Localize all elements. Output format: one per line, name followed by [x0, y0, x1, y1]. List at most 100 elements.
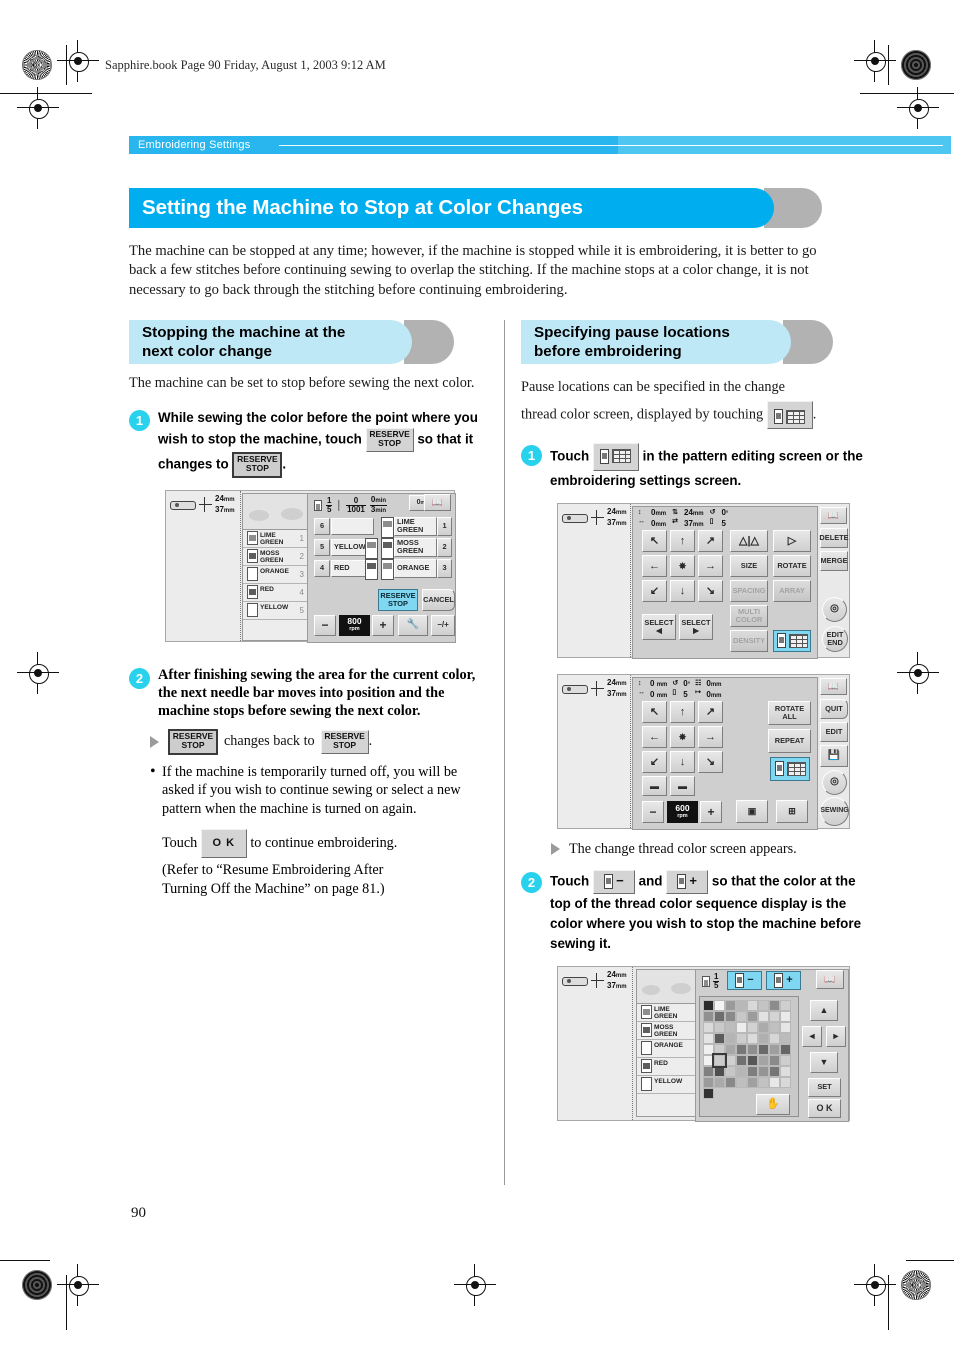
thread-minus-button[interactable]: − — [727, 970, 762, 990]
color-swatch[interactable] — [725, 999, 736, 1011]
select-previous-button[interactable]: SELECT ◀ — [642, 613, 676, 640]
baste-button[interactable]: ▬ — [670, 775, 695, 796]
color-swatch[interactable] — [747, 1054, 758, 1066]
manual-help-button[interactable]: 📖 — [820, 506, 847, 524]
move-down-button[interactable]: ↓ — [670, 579, 695, 602]
ok-button[interactable]: O K — [808, 1098, 841, 1118]
color-swatch[interactable] — [736, 1076, 747, 1088]
move-up-left-button[interactable]: ↖ — [642, 529, 667, 552]
sewing-button[interactable]: SEWING — [820, 796, 849, 826]
color-swatch[interactable] — [703, 999, 714, 1011]
table-row[interactable]: YELLOW — [637, 1076, 695, 1094]
edit-end-button[interactable]: EDIT END — [822, 625, 848, 652]
move-down-right-button[interactable]: ↘ — [698, 579, 723, 602]
color-swatch[interactable] — [736, 1065, 747, 1077]
move-up-button[interactable]: ↑ — [670, 700, 695, 723]
table-row[interactable]: MOSS GREEN — [637, 1022, 695, 1040]
color-swatch[interactable] — [769, 1043, 780, 1055]
edit-button[interactable]: EDIT — [820, 721, 848, 742]
palette-scroll-right-button[interactable]: ► — [826, 1025, 846, 1047]
color-swatch[interactable] — [714, 1065, 725, 1077]
color-swatch[interactable] — [703, 1087, 714, 1099]
color-swatch[interactable] — [725, 1076, 736, 1088]
thread-plus-key[interactable]: + — [666, 869, 709, 894]
color-swatch[interactable] — [725, 1021, 736, 1033]
multi-color-button[interactable]: MULTI COLOR — [730, 604, 768, 627]
thread-row[interactable]: YELLOW 5 — [243, 602, 307, 620]
change-thread-color-button[interactable] — [773, 629, 811, 652]
color-swatch[interactable] — [780, 1043, 791, 1055]
density-button[interactable]: DENSITY — [730, 629, 768, 652]
quit-button[interactable]: QUIT — [820, 698, 848, 719]
move-down-button[interactable]: ↓ — [670, 750, 695, 773]
color-swatch[interactable] — [780, 999, 791, 1011]
select-next-button[interactable]: SELECT ▶ — [679, 613, 713, 640]
color-swatch[interactable] — [714, 1021, 725, 1033]
reserve-stop-key-off-2[interactable]: RESERVE STOP — [320, 729, 369, 754]
table-row[interactable]: ORANGE — [637, 1040, 695, 1058]
color-swatch[interactable] — [714, 1010, 725, 1022]
color-swatch[interactable] — [769, 999, 780, 1011]
flip-image-button[interactable]: ▷ — [773, 529, 811, 552]
lcd-reserve-stop-button[interactable]: RESERVE STOP — [378, 588, 418, 611]
color-swatch[interactable] — [725, 1065, 736, 1077]
memory-button[interactable]: 💾 — [820, 744, 848, 767]
reserve-stop-key-on[interactable]: RESERVE STOP — [232, 451, 283, 478]
speed-decrease-button[interactable]: − — [642, 800, 664, 823]
color-swatch[interactable] — [747, 1021, 758, 1033]
color-swatch[interactable] — [758, 999, 769, 1011]
move-center-button[interactable]: ✸ — [670, 725, 695, 748]
speed-decrease-button[interactable]: − — [314, 614, 336, 636]
color-swatch[interactable] — [703, 1021, 714, 1033]
move-up-right-button[interactable]: ↗ — [698, 529, 723, 552]
move-right-button[interactable]: → — [698, 725, 723, 748]
hoop-position-button[interactable]: ▣ — [736, 799, 768, 823]
color-swatch[interactable] — [780, 1010, 791, 1022]
move-center-button[interactable]: ✸ — [670, 554, 695, 577]
move-left-button[interactable]: ← — [642, 554, 667, 577]
ok-key[interactable]: O K — [200, 828, 247, 859]
color-swatch[interactable] — [725, 1010, 736, 1022]
color-swatch[interactable] — [758, 1054, 769, 1066]
manual-help-button[interactable]: 📖 — [424, 493, 451, 511]
color-swatch[interactable] — [703, 1054, 714, 1066]
color-swatch[interactable] — [736, 1043, 747, 1055]
color-swatch[interactable] — [736, 1032, 747, 1044]
pause-hand-button[interactable]: ✋ — [756, 1093, 790, 1115]
speed-increase-button[interactable]: + — [700, 800, 722, 823]
color-swatch[interactable] — [714, 1043, 725, 1055]
set-button[interactable]: SET — [808, 1077, 841, 1097]
color-swatch[interactable] — [758, 1010, 769, 1022]
rotate-button[interactable]: ROTATE — [773, 554, 811, 577]
color-swatch[interactable] — [703, 1043, 714, 1055]
palette-scroll-left-button[interactable]: ◄ — [802, 1025, 822, 1047]
move-up-right-button[interactable]: ↗ — [698, 700, 723, 723]
color-swatch[interactable] — [747, 1043, 758, 1055]
change-thread-color-key[interactable] — [766, 400, 813, 429]
color-swatch[interactable] — [714, 999, 725, 1011]
color-swatch[interactable] — [769, 1054, 780, 1066]
move-left-button[interactable]: ← — [642, 725, 667, 748]
color-swatch[interactable] — [769, 1021, 780, 1033]
move-down-left-button[interactable]: ↙ — [642, 750, 667, 773]
color-swatch[interactable] — [769, 1032, 780, 1044]
color-swatch[interactable] — [736, 1010, 747, 1022]
thread-row[interactable]: RED 4 — [243, 584, 307, 602]
color-swatch[interactable] — [736, 1021, 747, 1033]
mirror-image-button[interactable]: △|△ — [730, 529, 768, 552]
move-down-right-button[interactable]: ↘ — [698, 750, 723, 773]
color-swatch[interactable] — [769, 1010, 780, 1022]
color-swatch[interactable] — [736, 999, 747, 1011]
table-row[interactable]: LIME GREEN — [637, 1004, 695, 1022]
delete-button[interactable]: DELETE — [819, 527, 849, 548]
thread-row[interactable]: MOSS GREEN 2 — [243, 548, 307, 566]
manual-help-button[interactable]: 📖 — [820, 677, 847, 695]
manual-help-button[interactable]: 📖 — [816, 969, 844, 989]
color-swatch[interactable] — [725, 1054, 736, 1066]
needle-1-button[interactable]: 1 — [437, 516, 452, 536]
color-swatch[interactable] — [747, 999, 758, 1011]
color-swatch[interactable] — [714, 1076, 725, 1088]
move-up-button[interactable]: ↑ — [670, 529, 695, 552]
repeat-button[interactable]: REPEAT — [768, 728, 811, 753]
table-row[interactable]: RED — [637, 1058, 695, 1076]
